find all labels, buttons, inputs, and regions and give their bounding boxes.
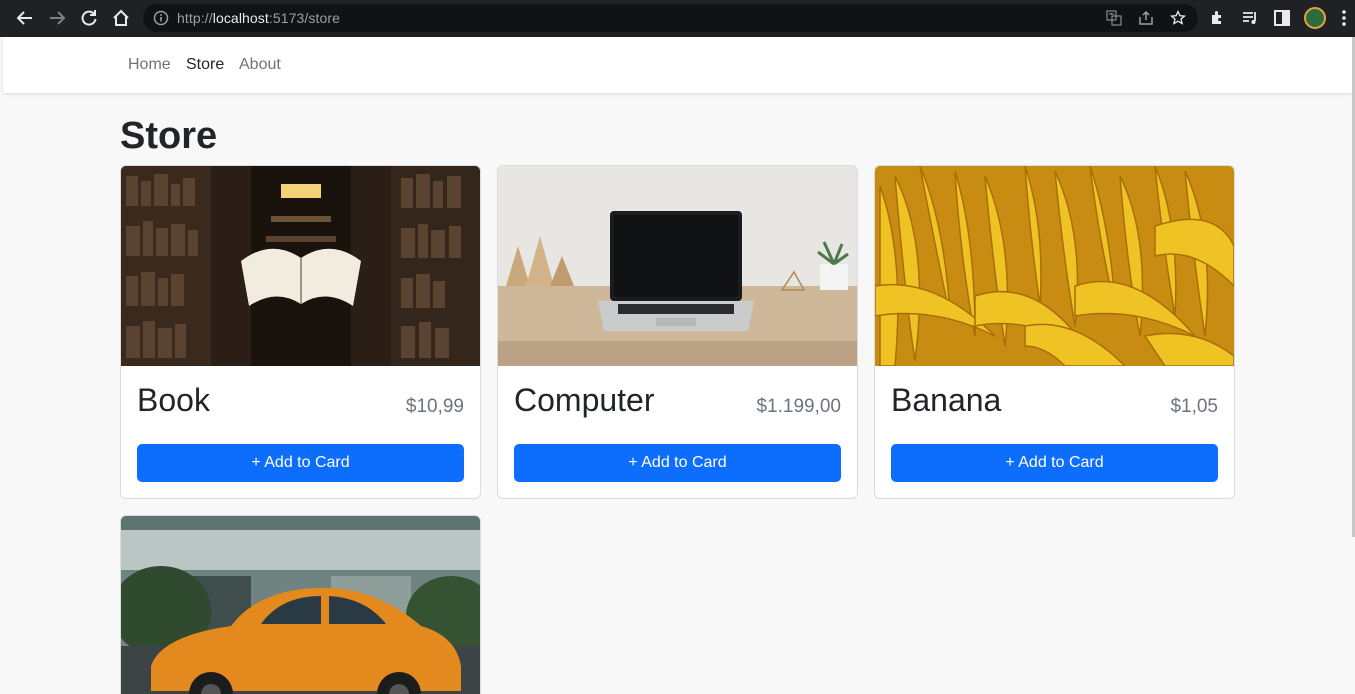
- profile-avatar[interactable]: [1304, 7, 1326, 29]
- star-icon[interactable]: [1170, 10, 1186, 26]
- product-name: Book: [137, 382, 210, 418]
- translate-icon[interactable]: [1106, 10, 1122, 26]
- forward-arrow-icon[interactable]: [47, 8, 67, 28]
- add-to-card-button[interactable]: + Add to Card: [137, 444, 464, 482]
- reload-icon[interactable]: [79, 8, 99, 28]
- top-navbar: Home Store About: [3, 37, 1352, 93]
- share-icon[interactable]: [1138, 10, 1154, 26]
- computer-image: [498, 166, 857, 366]
- page-title: Store: [120, 115, 218, 157]
- browser-toolbar: http://localhost:5173/store: [0, 0, 1355, 37]
- home-icon[interactable]: [111, 8, 131, 28]
- side-panel-icon[interactable]: [1273, 9, 1291, 27]
- nav-link-store[interactable]: Store: [186, 56, 224, 74]
- back-arrow-icon[interactable]: [15, 8, 35, 28]
- url-prefix: http://: [177, 10, 213, 26]
- add-to-card-button[interactable]: + Add to Card: [891, 444, 1218, 482]
- product-price: $1.199,00: [756, 396, 841, 417]
- product-card: Computer $1.199,00 + Add to Card: [497, 165, 858, 499]
- nav-link-about[interactable]: About: [239, 56, 281, 74]
- menu-dots-icon[interactable]: [1342, 10, 1346, 26]
- address-bar[interactable]: http://localhost:5173/store: [143, 4, 1198, 32]
- product-name: Banana: [891, 382, 1002, 418]
- info-icon[interactable]: [153, 10, 169, 26]
- banana-image: [875, 166, 1234, 366]
- extensions-icon[interactable]: [1209, 9, 1227, 27]
- product-card: Book $10,99 + Add to Card: [120, 165, 481, 499]
- car-image: [121, 516, 480, 694]
- book-image: [121, 166, 480, 366]
- url-text[interactable]: http://localhost:5173/store: [177, 10, 340, 26]
- page-viewport: Home Store About Store Book $10,99 + Add…: [3, 37, 1355, 694]
- url-host: localhost: [212, 10, 269, 26]
- product-card: [120, 515, 481, 694]
- url-rest: :5173/store: [268, 10, 341, 26]
- nav-link-home[interactable]: Home: [128, 56, 171, 74]
- product-name: Computer: [514, 382, 655, 418]
- product-price: $1,05: [1170, 396, 1218, 417]
- media-queue-icon[interactable]: [1241, 9, 1259, 27]
- add-to-card-button[interactable]: + Add to Card: [514, 444, 841, 482]
- product-price: $10,99: [405, 396, 464, 417]
- product-card: Banana $1,05 + Add to Card: [874, 165, 1235, 499]
